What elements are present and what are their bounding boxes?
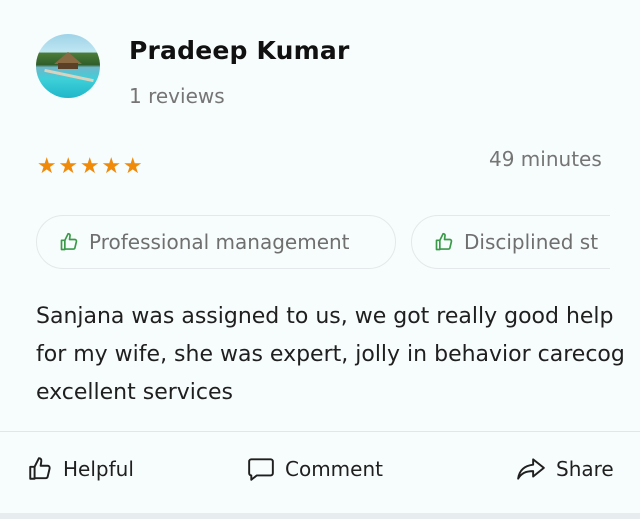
tag-chip[interactable]: Professional management bbox=[36, 215, 396, 269]
share-label: Share bbox=[556, 457, 614, 481]
avatar-hut-base bbox=[58, 63, 78, 69]
star-icon: ★ bbox=[58, 154, 79, 179]
reviewer-name[interactable]: Pradeep Kumar bbox=[129, 36, 350, 65]
share-button[interactable]: Share bbox=[516, 432, 614, 506]
star-icon: ★ bbox=[101, 154, 122, 179]
review-card: Pradeep Kumar 1 reviews ★ ★ ★ ★ ★ 49 min… bbox=[0, 0, 640, 513]
comment-label: Comment bbox=[285, 457, 383, 481]
tag-chip-label: Disciplined st bbox=[464, 230, 599, 254]
comment-icon bbox=[248, 458, 274, 481]
bottom-bar bbox=[0, 513, 640, 519]
star-icon: ★ bbox=[122, 154, 143, 179]
review-timestamp: 49 minutes bbox=[489, 147, 602, 171]
review-text: Sanjana was assigned to us, we got reall… bbox=[36, 304, 625, 405]
reviewer-review-count: 1 reviews bbox=[129, 84, 225, 108]
star-rating: ★ ★ ★ ★ ★ bbox=[36, 152, 144, 182]
review-actions: Helpful Comment Share bbox=[0, 432, 640, 506]
helpful-label: Helpful bbox=[63, 457, 134, 481]
share-icon bbox=[517, 458, 545, 480]
avatar-pier bbox=[44, 68, 94, 83]
tag-chip-label: Professional management bbox=[89, 230, 350, 254]
thumbs-up-icon bbox=[60, 232, 78, 251]
star-icon: ★ bbox=[79, 154, 100, 179]
thumbs-up-icon bbox=[29, 457, 51, 480]
tag-chip[interactable]: Disciplined st bbox=[411, 215, 610, 269]
comment-button[interactable]: Comment bbox=[247, 432, 383, 506]
thumbs-up-icon bbox=[435, 232, 453, 251]
star-icon: ★ bbox=[36, 154, 57, 179]
helpful-button[interactable]: Helpful bbox=[27, 432, 134, 506]
tag-chip-row[interactable]: Professional management Disciplined st bbox=[36, 215, 610, 273]
avatar[interactable] bbox=[36, 34, 100, 98]
